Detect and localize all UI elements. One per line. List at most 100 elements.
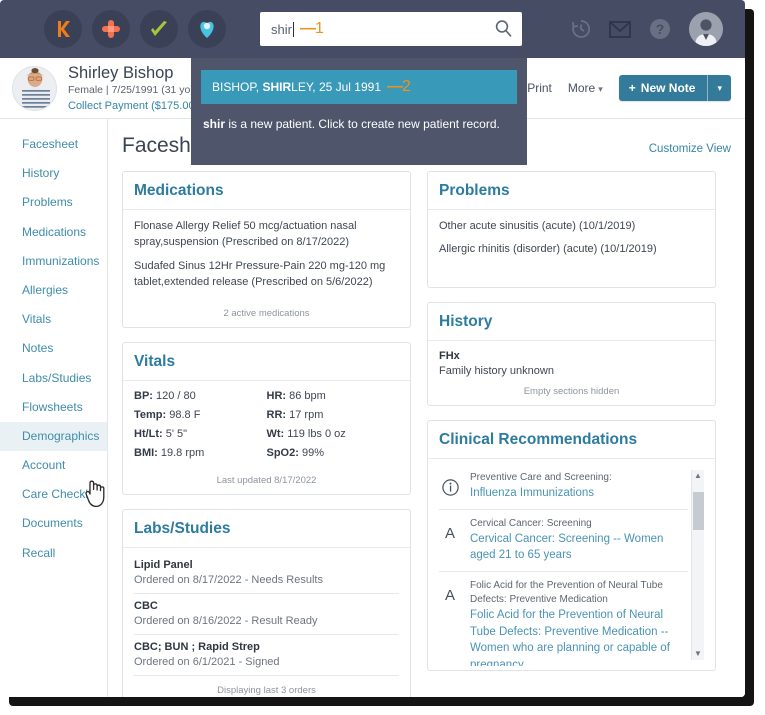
history-section-label: FHx	[439, 349, 460, 362]
sidebar-item-vitals[interactable]: Vitals	[0, 305, 107, 334]
sidebar-item-labs-studies[interactable]: Labs/Studies	[0, 364, 107, 393]
print-button[interactable]: Print	[527, 81, 552, 95]
kareo-logo-icon[interactable]	[44, 10, 82, 48]
help-question-icon[interactable]: ?	[648, 17, 672, 41]
sidebar-item-history[interactable]: History	[0, 159, 107, 188]
svg-text:?: ?	[656, 21, 665, 37]
grade-a-icon: A	[444, 586, 455, 604]
vital-row: BP: 120 / 80	[134, 389, 196, 402]
vital-row: Wt: 119 lbs 0 oz	[266, 427, 346, 440]
list-item[interactable]: Lipid Panel Ordered on 8/17/2022 - Needs …	[134, 557, 399, 594]
checkmark-icon[interactable]	[140, 10, 178, 48]
vital-row: HR: 86 bpm	[266, 389, 326, 402]
vital-row: SpO2: 99%	[266, 446, 325, 459]
vitals-card: Vitals BP: 120 / 80 Temp: 98.8 F Ht/Lt: …	[122, 341, 411, 495]
new-note-button[interactable]: + New Note ▾	[618, 75, 731, 101]
scrollbar[interactable]: ▲ ▼	[691, 469, 704, 660]
lab-status: Ordered on 6/1/2021 - Signed	[134, 655, 280, 668]
envelope-icon[interactable]	[609, 20, 631, 38]
bandage-icon[interactable]	[92, 10, 130, 48]
clinical-card-title: Clinical Recommendations	[428, 421, 715, 459]
info-icon	[439, 471, 461, 500]
history-clock-icon[interactable]	[570, 18, 592, 40]
chevron-down-icon: ▾	[717, 82, 722, 93]
recommendation-body: Preventive Care and Screening: Influenza …	[470, 471, 688, 502]
list-item[interactable]: CBC Ordered on 8/16/2022 - Result Ready	[134, 594, 399, 635]
sidebar-item-care-checklist[interactable]: Care Checklist	[0, 480, 107, 509]
left-column: Medications Flonase Allergy Relief 50 mc…	[122, 171, 411, 697]
sidebar-item-immunizations[interactable]: Immunizations	[0, 247, 107, 276]
history-section-value: Family history unknown	[439, 364, 554, 377]
list-item[interactable]: Flonase Allergy Relief 50 mcg/actuation …	[134, 219, 399, 251]
sidebar-item-medications[interactable]: Medications	[0, 218, 107, 247]
list-item[interactable]: A Folic Acid for the Prevention of Neural…	[439, 572, 688, 666]
search-result-row[interactable]: BISHOP, SHIRLEY, 25 Jul 1991 —2	[201, 70, 517, 104]
lab-status: Ordered on 8/16/2022 - Result Ready	[134, 614, 318, 627]
facesheet-columns: Medications Flonase Allergy Relief 50 mc…	[122, 171, 731, 697]
customize-view-link[interactable]: Customize View	[649, 143, 731, 155]
screenshot-root: shir —1 ? Shirley Bishop Female | 7/25/1…	[0, 0, 765, 715]
patient-search-input[interactable]: shir —1	[260, 12, 522, 46]
sidebar-item-account[interactable]: Account	[0, 451, 107, 480]
scroll-up-icon[interactable]: ▲	[694, 471, 702, 480]
problems-card: Problems Other acute sinusitis (acute) (…	[427, 171, 716, 288]
recommendation-link[interactable]: Influenza Immunizations	[470, 485, 688, 502]
search-input-value: shir	[271, 21, 292, 37]
vitals-card-title: Vitals	[123, 343, 410, 381]
lab-name: CBC	[134, 599, 158, 612]
medications-card-title: Medications	[123, 172, 410, 210]
list-item[interactable]: Other acute sinusitis (acute) (10/1/2019…	[439, 219, 704, 235]
recommendation-category: Folic Acid for the Prevention of Neural …	[470, 579, 663, 605]
sidebar-item-facesheet[interactable]: Facesheet	[0, 130, 107, 159]
vitals-card-footer: Last updated 8/17/2022	[216, 474, 317, 486]
recommendation-category: Cervical Cancer: Screening	[470, 517, 592, 529]
heart-icon[interactable]	[188, 10, 226, 48]
vitals-card-body: BP: 120 / 80 Temp: 98.8 F Ht/Lt: 5' 5" B…	[123, 381, 410, 473]
app-window: shir —1 ? Shirley Bishop Female | 7/25/1…	[0, 0, 745, 697]
recommendation-link[interactable]: Folic Acid for the Prevention of Neural …	[470, 607, 688, 666]
grade-a-icon: A	[444, 524, 455, 542]
search-result-text: BISHOP, SHIRLEY, 25 Jul 1991	[212, 80, 381, 94]
scrollbar-thumb[interactable]	[693, 491, 704, 530]
patient-avatar	[12, 65, 57, 111]
new-note-dropdown-toggle[interactable]: ▾	[707, 75, 731, 101]
user-avatar-icon[interactable]	[689, 12, 723, 46]
recommendation-link[interactable]: Cervical Cancer: Screening -- Women aged…	[470, 531, 688, 564]
clinical-recommendations-card: Clinical Recommendations Preventive Care…	[427, 419, 716, 671]
main-body: Facesheet History Problems Medications Immun…	[0, 119, 745, 697]
search-icon[interactable]	[494, 19, 513, 43]
navbar-right-icons: ?	[570, 12, 745, 46]
list-item[interactable]: Sudafed Sinus 12Hr Pressure-Pain 220 mg-…	[134, 259, 399, 291]
lab-status: Ordered on 8/17/2022 - Needs Results	[134, 573, 323, 586]
scroll-down-icon[interactable]: ▼	[694, 649, 702, 658]
labs-card-footer: Displaying last 3 orders	[217, 684, 316, 696]
content-area: Facesheet Customize View Medications Flo…	[108, 119, 745, 697]
list-item[interactable]: A Cervical Cancer: Screening Cervical Canc…	[439, 510, 688, 572]
app-switcher	[0, 10, 226, 48]
sidebar-item-problems[interactable]: Problems	[0, 188, 107, 217]
sidebar-item-documents[interactable]: Documents	[0, 509, 107, 538]
sidebar-item-recall[interactable]: Recall	[0, 539, 107, 568]
clinical-card-body: Preventive Care and Screening: Influenza …	[428, 459, 715, 670]
history-card-body: FHx Family history unknown	[428, 341, 715, 384]
new-patient-hint[interactable]: shir is a new patient. Click to create n…	[201, 104, 517, 133]
annotation-marker-1: —1	[299, 20, 324, 37]
patient-actions: Print More ▾ + New Note ▾	[527, 75, 731, 101]
medications-card-body: Flonase Allergy Relief 50 mcg/actuation …	[123, 210, 410, 306]
medications-card: Medications Flonase Allergy Relief 50 mc…	[122, 171, 411, 328]
labs-card-title: Labs/Studies	[123, 510, 410, 548]
list-item[interactable]: Allergic rhinitis (disorder) (acute) (10…	[439, 242, 704, 258]
sidebar-item-flowsheets[interactable]: Flowsheets	[0, 393, 107, 422]
more-menu-button[interactable]: More ▾	[568, 81, 603, 95]
lab-name: Lipid Panel	[134, 558, 193, 571]
vital-row: Ht/Lt: 5' 5"	[134, 427, 188, 440]
search-container: shir —1	[260, 12, 522, 46]
list-item[interactable]: CBC; BUN ; Rapid Strep Ordered on 6/1/202…	[134, 635, 399, 676]
history-card-footer: Empty sections hidden	[523, 385, 620, 397]
sidebar-item-notes[interactable]: Notes	[0, 334, 107, 363]
sidebar-item-allergies[interactable]: Allergies	[0, 276, 107, 305]
sidebar-item-demographics[interactable]: Demographics	[0, 421, 107, 452]
list-item[interactable]: Preventive Care and Screening: Influenza …	[439, 468, 688, 510]
chevron-down-icon: ▾	[598, 84, 603, 94]
recommendation-body: Folic Acid for the Prevention of Neural …	[470, 579, 688, 666]
